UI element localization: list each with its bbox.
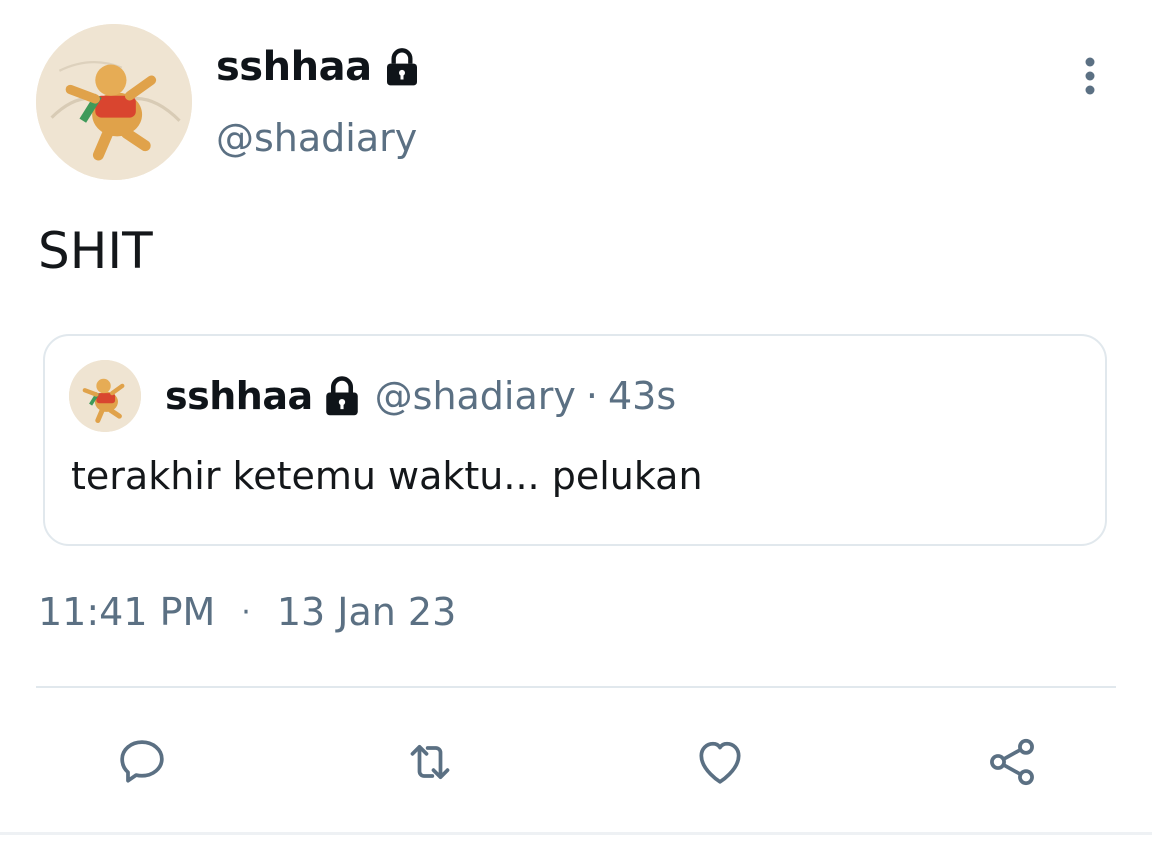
tweet-text: SHIT [38,222,153,280]
quoted-tweet-text: terakhir ketemu waktu... pelukan [71,454,703,498]
avatar[interactable] [36,24,192,180]
share-icon [990,738,1034,786]
more-vertical-icon [1085,57,1095,95]
meta-separator: · [241,594,251,630]
quoted-separator: · [585,374,598,418]
reply-button[interactable] [112,732,172,792]
avatar-image [36,24,192,180]
quoted-handle: @shadiary [374,374,576,418]
heart-icon [699,741,741,784]
more-options-button[interactable] [1070,50,1110,102]
divider [36,686,1116,688]
quoted-timestamp: 43s [607,374,677,418]
quoted-avatar [69,360,141,432]
author-handle[interactable]: @shadiary [216,116,417,160]
quoted-avatar-image [69,360,141,432]
tweet-timestamp[interactable]: 11:41 PM · 13 Jan 23 [38,590,456,634]
bottom-divider [0,832,1152,835]
tweet-time: 11:41 PM [38,590,216,634]
quoted-tweet-header: sshhaa @shadiary · 43s [165,374,676,418]
quoted-tweet-card[interactable]: sshhaa @shadiary · 43s terakhir ketemu w… [43,334,1107,546]
lock-icon [382,47,422,87]
author-display-name[interactable]: sshhaa [216,44,372,90]
share-button[interactable] [982,732,1042,792]
author-name-row[interactable]: sshhaa [216,44,422,90]
tweet-date: 13 Jan 23 [276,590,457,634]
reply-icon [120,740,164,783]
like-button[interactable] [690,732,750,792]
quoted-display-name: sshhaa [165,374,313,418]
retweet-button[interactable] [400,732,460,792]
retweet-icon [410,744,450,780]
lock-icon [321,375,363,417]
